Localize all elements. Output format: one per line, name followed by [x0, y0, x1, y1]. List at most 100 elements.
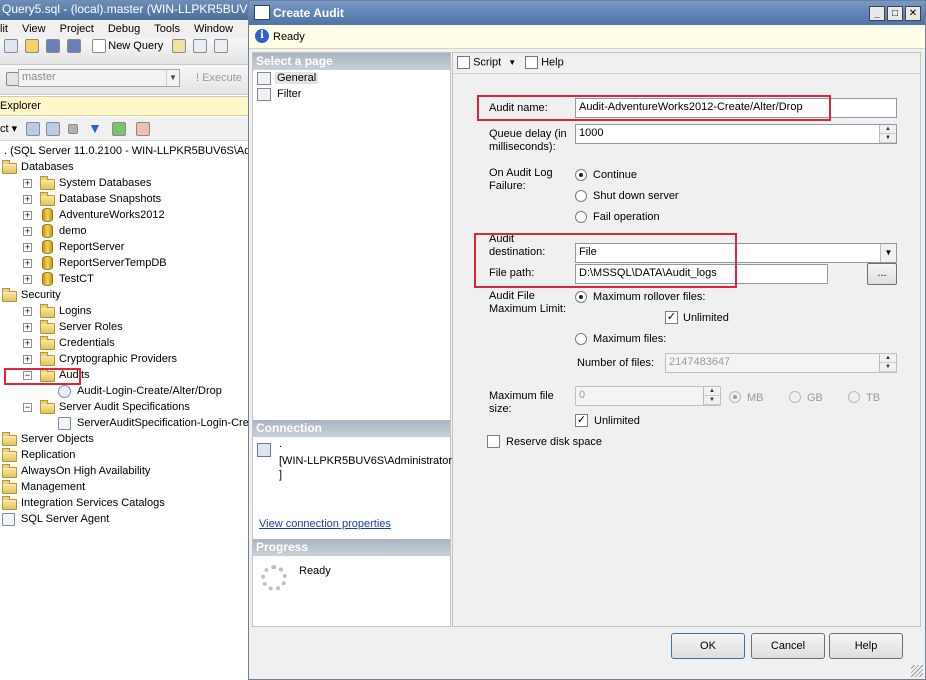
folder-icon — [2, 160, 17, 174]
expand-icon[interactable]: + — [23, 211, 32, 220]
open-folder-icon[interactable] — [25, 39, 40, 53]
menu-debug[interactable]: Debug — [108, 20, 140, 39]
file-path-input[interactable]: D:\MSSQL\DATA\Audit_logs — [575, 264, 828, 284]
unit-gb-radio[interactable] — [789, 391, 801, 403]
tree-item[interactable]: + Logins — [0, 303, 250, 319]
expand-icon[interactable]: + — [23, 195, 32, 204]
maximize-button[interactable]: □ — [887, 6, 903, 21]
number-of-files-spinner[interactable]: ▲ ▼ — [879, 354, 896, 372]
connect-object-explorer-icon[interactable] — [26, 122, 40, 136]
refresh-icon[interactable] — [112, 122, 126, 136]
max-rollover-radio[interactable] — [575, 291, 587, 303]
tree-item[interactable]: Management — [0, 479, 250, 495]
tree-item[interactable]: + Credentials — [0, 335, 250, 351]
tree-item[interactable]: ServerAuditSpecification-Login-Create/ — [0, 415, 250, 431]
expand-icon[interactable]: + — [23, 307, 32, 316]
tree-item[interactable]: SQL Server Agent — [0, 511, 250, 527]
menu-window[interactable]: Window — [194, 20, 233, 39]
collapse-icon[interactable]: − — [23, 371, 32, 380]
menu-project[interactable]: Project — [60, 20, 94, 39]
connect-button[interactable]: ct ▾ — [0, 122, 17, 135]
menu-edit[interactable]: lit — [0, 20, 8, 39]
expand-icon[interactable]: + — [23, 355, 32, 364]
progress-header: Progress — [253, 539, 450, 556]
queue-delay-input[interactable]: 1000 ▲ ▼ — [575, 124, 897, 144]
tree-item[interactable]: + demo — [0, 223, 250, 239]
tree-item[interactable]: AlwaysOn High Availability — [0, 463, 250, 479]
page-general[interactable]: General — [257, 71, 447, 87]
tree-item-label: Audits — [59, 369, 90, 381]
expand-icon[interactable]: + — [23, 275, 32, 284]
tree-item[interactable]: Integration Services Catalogs — [0, 495, 250, 511]
tree-item[interactable]: − Audits — [0, 367, 250, 383]
menu-tools[interactable]: Tools — [154, 20, 180, 39]
tree-item[interactable]: + System Databases — [0, 175, 250, 191]
max-file-size-input[interactable]: 0 ▲ ▼ — [575, 386, 721, 406]
grid-icon[interactable] — [4, 39, 18, 53]
tree-item[interactable]: Replication — [0, 447, 250, 463]
stop-icon[interactable] — [68, 124, 78, 134]
audit-name-value: Audit-AdventureWorks2012-Create/Alter/Dr… — [579, 101, 803, 113]
tree-item[interactable]: + Cryptographic Providers — [0, 351, 250, 367]
max-file-size-spinner[interactable]: ▲ ▼ — [703, 387, 720, 405]
tree-item[interactable]: . (SQL Server 11.0.2100 - WIN-LLPKR5BUV6… — [0, 143, 250, 159]
view-connection-properties-link[interactable]: View connection properties — [259, 518, 391, 530]
shut-down-server-radio[interactable] — [575, 190, 587, 202]
number-of-files-input[interactable]: 2147483647 ▲ ▼ — [665, 353, 897, 373]
save-icon[interactable] — [46, 39, 61, 53]
tree-item[interactable]: Server Objects — [0, 431, 250, 447]
resize-grip[interactable] — [911, 665, 923, 677]
minimize-button[interactable]: _ — [869, 6, 885, 21]
close-button[interactable]: ✕ — [905, 6, 921, 21]
connection-title: Connection — [256, 421, 322, 435]
unit-tb-radio[interactable] — [848, 391, 860, 403]
expand-icon[interactable]: + — [23, 243, 32, 252]
activity-monitor-icon[interactable] — [136, 122, 150, 136]
dmx-query-icon[interactable] — [214, 39, 229, 53]
tree-item[interactable]: + TestCT — [0, 271, 250, 287]
disconnect-icon[interactable] — [46, 122, 60, 136]
script-button[interactable]: Script ▼ — [457, 56, 516, 69]
filter-icon[interactable]: ▼ — [88, 120, 102, 136]
help-toolbar-button[interactable]: Help — [525, 56, 564, 69]
tree-item[interactable]: Audit-Login-Create/Alter/Drop — [0, 383, 250, 399]
size-unlimited-checkbox[interactable]: ✓ — [575, 414, 588, 427]
fail-operation-radio[interactable] — [575, 211, 587, 223]
ok-button[interactable]: OK — [671, 633, 745, 659]
tree-item[interactable]: + ReportServer — [0, 239, 250, 255]
unit-mb-radio[interactable] — [729, 391, 741, 403]
expand-icon[interactable]: + — [23, 227, 32, 236]
help-button[interactable]: Help — [829, 633, 903, 659]
expand-icon[interactable]: + — [23, 179, 32, 188]
save-all-icon[interactable] — [67, 39, 82, 53]
reserve-disk-checkbox[interactable] — [487, 435, 500, 448]
queue-delay-spinner[interactable]: ▲ ▼ — [879, 125, 896, 143]
execute-button[interactable]: ! Execute — [196, 72, 242, 84]
rollover-unlimited-checkbox[interactable]: ✓ — [665, 311, 678, 324]
tree-item[interactable]: + Database Snapshots — [0, 191, 250, 207]
menu-view[interactable]: View — [22, 20, 46, 39]
tree-item-label: AdventureWorks2012 — [59, 209, 165, 221]
tree-item[interactable]: + AdventureWorks2012 — [0, 207, 250, 223]
folder-icon — [40, 192, 55, 206]
tree-item[interactable]: − Server Audit Specifications — [0, 399, 250, 415]
browse-button[interactable]: ... — [867, 263, 897, 285]
expand-icon[interactable]: + — [23, 259, 32, 268]
expand-icon[interactable]: + — [23, 339, 32, 348]
audit-destination-select[interactable]: File ▼ — [575, 243, 897, 263]
audit-name-input[interactable]: Audit-AdventureWorks2012-Create/Alter/Dr… — [575, 98, 897, 118]
cancel-button[interactable]: Cancel — [751, 633, 825, 659]
mdx-query-icon[interactable] — [193, 39, 208, 53]
page-filter[interactable]: Filter — [257, 87, 447, 103]
expand-icon[interactable]: + — [23, 323, 32, 332]
tree-item[interactable]: + Server Roles — [0, 319, 250, 335]
collapse-icon[interactable]: − — [23, 403, 32, 412]
new-query-button[interactable]: New Query — [90, 39, 163, 53]
tree-item[interactable]: Security — [0, 287, 250, 303]
tree-item[interactable]: Databases — [0, 159, 250, 175]
continue-radio[interactable] — [575, 169, 587, 181]
db-query-icon[interactable] — [172, 39, 187, 53]
max-files-radio[interactable] — [575, 333, 587, 345]
database-select[interactable]: master ▼ — [18, 69, 180, 87]
tree-item[interactable]: + ReportServerTempDB — [0, 255, 250, 271]
